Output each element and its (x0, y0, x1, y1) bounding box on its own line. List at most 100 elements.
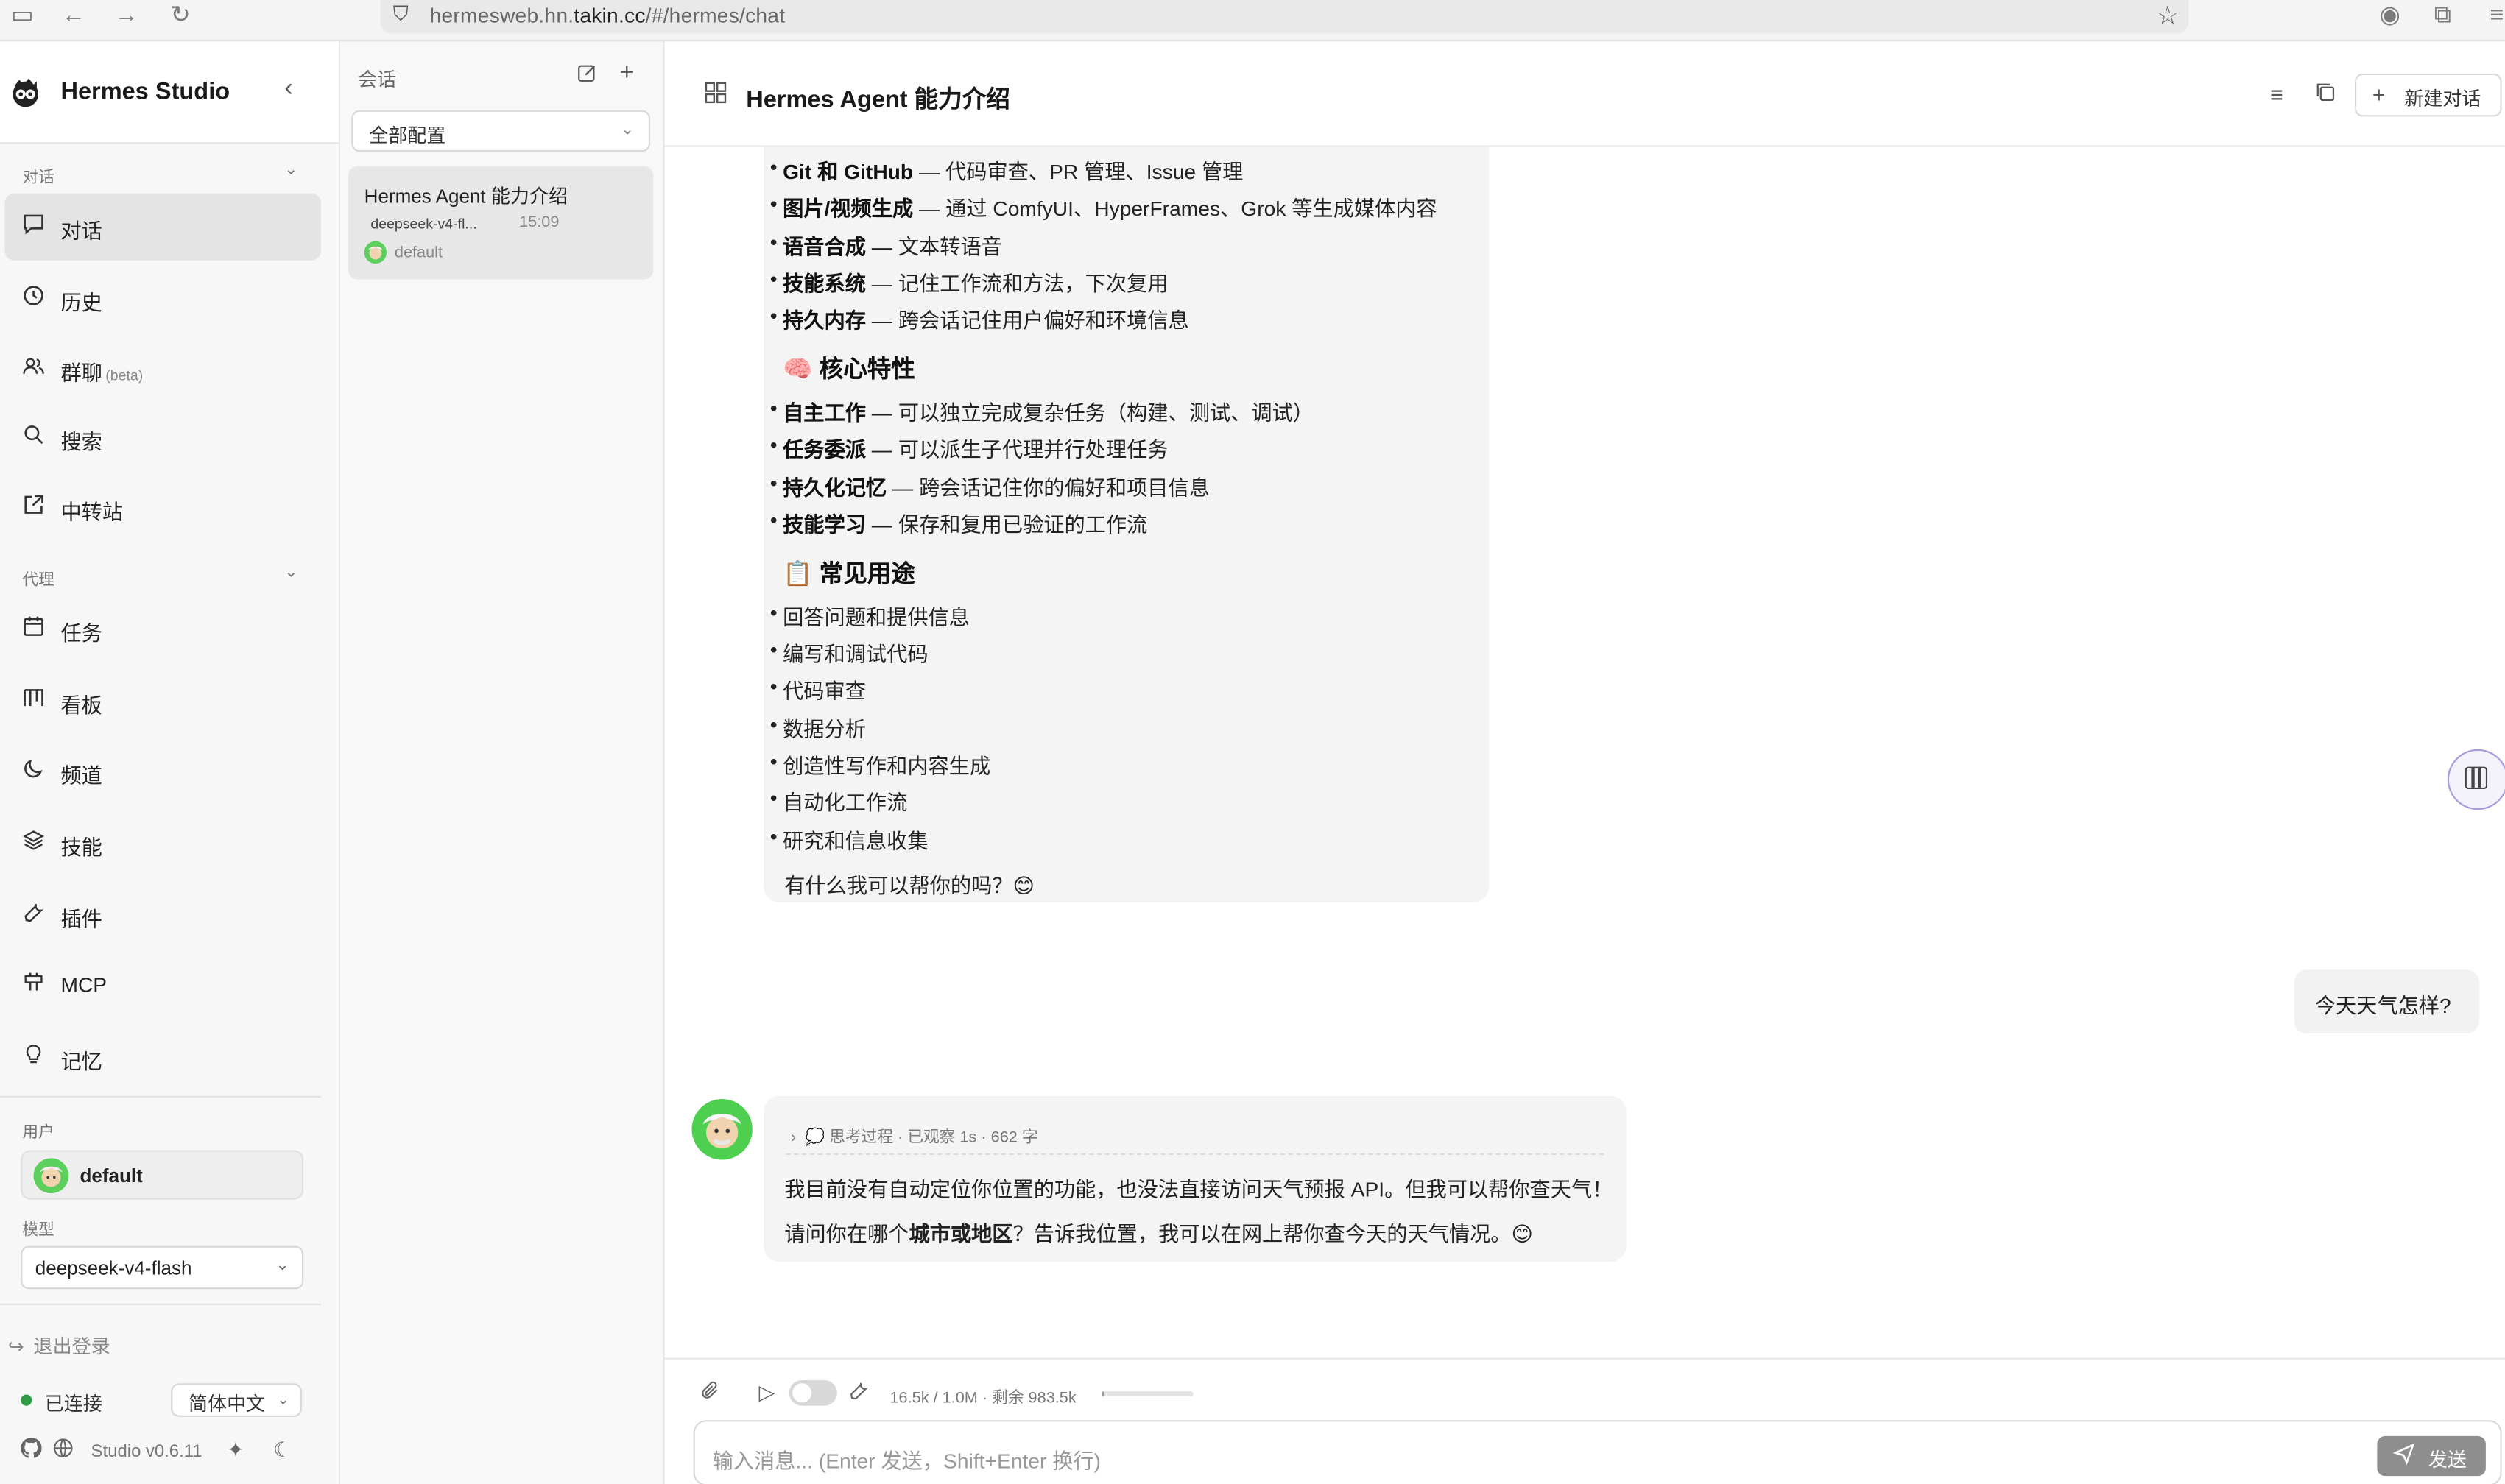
nav-memory[interactable]: 记忆 (5, 1024, 322, 1091)
config-filter-select[interactable]: 全部配置 ⌄ (351, 110, 651, 152)
nav-board[interactable]: 看板 (5, 668, 322, 735)
nav-relay[interactable]: 中转站 (5, 475, 322, 542)
nav-search[interactable]: 搜索 (5, 404, 322, 471)
grid-icon[interactable] (705, 82, 727, 110)
chevron-down-icon: ⌄ (621, 121, 635, 139)
list-item: 持久内存 — 跨会话记住用户偏好和环境信息 (770, 303, 1189, 333)
section-heading: 🧠 核心特性 (783, 356, 915, 384)
send-button[interactable]: 发送 (2377, 1435, 2486, 1477)
sidebar-toggle-icon[interactable]: ▭ (8, 1, 37, 30)
list-item: 技能系统 — 记住工作流和方法，下次复用 (770, 266, 1169, 297)
list-item: 自动化工作流 (770, 786, 908, 816)
copy-icon[interactable] (2315, 82, 2336, 107)
send-icon (2392, 1443, 2415, 1470)
divider (0, 1095, 322, 1098)
lightbulb-icon (21, 1043, 46, 1069)
back-icon[interactable]: ← (59, 1, 88, 30)
columns-icon (2465, 766, 2488, 790)
thinking-toggle[interactable]: › 💭 思考过程 · 已观察 1s · 662 字 (791, 1123, 1038, 1148)
edit-icon[interactable] (577, 63, 597, 88)
mode-toggle[interactable] (789, 1379, 837, 1406)
add-session-icon[interactable]: + (620, 59, 634, 86)
model-select[interactable]: deepseek-v4-flash ⌄ (21, 1246, 304, 1290)
github-icon[interactable] (21, 1438, 42, 1463)
nav-channels[interactable]: 频道 (5, 738, 322, 805)
session-profile: default (394, 244, 443, 262)
nav-plugins[interactable]: 插件 (5, 882, 322, 949)
nav-mcp[interactable]: MCP (5, 952, 322, 1019)
calendar-icon (21, 615, 46, 640)
nav-tasks[interactable]: 任务 (5, 596, 322, 662)
globe-icon[interactable] (53, 1438, 74, 1463)
list-item: 语音合成 — 文本转语音 (770, 230, 1002, 260)
composer: ▷ 16.5k / 1.0M · 剩余 983.5k 输入消息... (Ente… (664, 1357, 2505, 1484)
sparkle-icon[interactable]: ✦ (227, 1438, 244, 1463)
chat-bubble-icon (21, 213, 46, 239)
list-item: Git 和 GitHub — 代码审查、PR 管理、Issue 管理 (770, 155, 1244, 185)
session-item[interactable]: Hermes Agent 能力介绍 deepseek-v4-fl... 15:0… (348, 166, 654, 280)
token-usage-fill (1102, 1391, 1104, 1396)
extensions-icon[interactable]: ⧉ (2428, 1, 2457, 30)
version-label: Studio v0.6.11 (91, 1442, 202, 1462)
nav-group-chat[interactable]: 群聊 (beta) (5, 336, 322, 403)
address-bar[interactable]: ⛉ hermesweb.hn.takin.cc/#/hermes/chat ☆ (380, 0, 2189, 34)
collapse-sidebar-icon[interactable]: ‹ (284, 75, 293, 104)
list-item: 图片/视频生成 — 通过 ComfyUI、HyperFrames、Grok 等生… (770, 191, 1437, 222)
session-title: Hermes Agent 能力介绍 (364, 185, 568, 208)
user-card[interactable]: default (21, 1150, 304, 1200)
answer-line: 我目前没有自动定位你位置的功能，也没法直接访问天气预报 API。但我可以帮你查天… (784, 1177, 1613, 1201)
bookmark-star-icon[interactable]: ☆ (2156, 0, 2179, 32)
message-input[interactable]: 输入消息... (Enter 发送，Shift+Enter 换行) 发送 (693, 1420, 2502, 1484)
plus-icon: + (2372, 81, 2386, 107)
closing-text: 有什么我可以帮你的吗？😊 (784, 874, 1035, 898)
chat-title: Hermes Agent 能力介绍 (746, 86, 1010, 114)
list-item: 创造性写作和内容生成 (770, 749, 990, 780)
menu-icon[interactable]: ≡ (2483, 1, 2505, 30)
list-item: 技能学习 — 保存和复用已验证的工作流 (770, 508, 1148, 538)
nav-history[interactable]: 历史 (5, 265, 322, 332)
logout-button[interactable]: ↪ 退出登录 (8, 1332, 110, 1360)
play-icon[interactable]: ▷ (759, 1380, 775, 1406)
language-select[interactable]: 简体中文 ⌄ (171, 1383, 303, 1417)
app-name: Hermes Studio (60, 78, 230, 106)
chevron-down-icon[interactable]: ⌄ (284, 564, 297, 582)
wrench-icon (21, 901, 46, 927)
session-panel: 会话 + 全部配置 ⌄ Hermes Agent 能力介绍 deepseek-v… (340, 41, 665, 1484)
user-name: default (80, 1165, 143, 1187)
external-link-icon (21, 494, 46, 520)
chat-header: Hermes Agent 能力介绍 ≡ + 新建对话 (664, 41, 2505, 147)
assistant-message: › 💭 思考过程 · 已观察 1s · 662 字 我目前没有自动定位你位置的功… (764, 1095, 1627, 1262)
panel-toggle-button[interactable] (2447, 749, 2505, 810)
input-placeholder: 输入消息... (Enter 发送，Shift+Enter 换行) (712, 1449, 1102, 1473)
account-icon[interactable]: ◉ (2375, 1, 2404, 30)
thought-bubble-icon: 💭 (805, 1129, 830, 1148)
chevron-down-icon[interactable]: ⌄ (284, 161, 297, 179)
tool-icon[interactable] (848, 1380, 869, 1406)
model-label: 模型 (22, 1222, 54, 1240)
section-conversation: 对话 (22, 169, 54, 187)
list-icon[interactable]: ≡ (2270, 82, 2283, 107)
list-item: 自主工作 — 可以独立完成复杂任务（构建、测试、调试） (770, 396, 1314, 426)
divider (0, 1303, 322, 1305)
chat-main: Hermes Agent 能力介绍 ≡ + 新建对话 Git 和 GitHub … (664, 41, 2505, 1484)
paperclip-icon[interactable] (700, 1380, 720, 1406)
reload-icon[interactable]: ↻ (166, 1, 195, 30)
sidebar: Hermes Studio ‹ 对话 ⌄ 对话 历史 群聊 (beta) 搜索 … (0, 41, 341, 1484)
layers-icon (21, 829, 46, 855)
chevron-down-icon: ⌄ (275, 1257, 289, 1275)
user-label: 用户 (22, 1124, 54, 1142)
new-chat-button[interactable]: + 新建对话 (2354, 73, 2502, 117)
url-text: hermesweb.hn.takin.cc/#/hermes/chat (429, 3, 786, 27)
list-item: 编写和调试代码 (770, 637, 929, 668)
theme-moon-icon[interactable]: ☾ (273, 1438, 292, 1463)
browser-toolbar: ▭ ← → ↻ ⛉ hermesweb.hn.takin.cc/#/hermes… (0, 0, 2505, 42)
avatar (364, 241, 387, 264)
list-item: 数据分析 (770, 713, 866, 743)
nav-skills[interactable]: 技能 (5, 810, 322, 877)
search-icon (21, 423, 46, 449)
nav-conversation[interactable]: 对话 (4, 193, 322, 261)
beta-badge: (beta) (105, 367, 144, 384)
plug-icon (21, 971, 46, 997)
section-agent: 代理 (22, 571, 54, 590)
forward-icon[interactable]: → (112, 1, 141, 30)
